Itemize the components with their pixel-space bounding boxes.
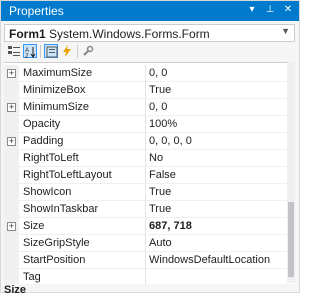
property-row[interactable]: RightToLeftLayout False [4, 167, 295, 184]
property-value[interactable]: 0, 0, 0, 0 [149, 135, 192, 147]
row-gutter [4, 252, 19, 269]
dropdown-icon[interactable]: ▾ [245, 3, 259, 17]
description-title: Size [4, 284, 27, 296]
properties-icon [46, 46, 58, 58]
column-divider[interactable] [145, 184, 146, 201]
expand-icon[interactable]: + [7, 222, 16, 231]
wrench-icon [83, 45, 94, 56]
expand-icon[interactable]: + [7, 137, 16, 146]
property-row[interactable]: StartPosition WindowsDefaultLocation [4, 252, 295, 269]
toolbar-separator [77, 45, 78, 58]
window-title: Properties [9, 4, 64, 18]
property-name: RightToLeft [23, 152, 79, 164]
property-name: StartPosition [23, 254, 86, 266]
property-value[interactable]: No [149, 152, 163, 164]
lightning-icon [63, 45, 71, 57]
property-row[interactable]: + Size 687, 718 [4, 218, 295, 235]
pin-icon[interactable]: ⊥ [263, 3, 277, 17]
scrollbar-thumb[interactable] [288, 202, 294, 277]
property-name: MaximumSize [23, 67, 93, 79]
row-gutter [4, 235, 19, 252]
property-value[interactable]: True [149, 186, 171, 198]
property-row[interactable]: + MaximumSize 0, 0 [4, 65, 295, 82]
property-name: MinimizeBox [23, 84, 86, 96]
property-name: ShowInTaskbar [23, 203, 99, 215]
property-name: Padding [23, 135, 64, 147]
property-value[interactable]: False [149, 169, 176, 181]
expand-icon[interactable]: + [7, 69, 16, 78]
alphabetical-button[interactable]: A Z [23, 44, 37, 58]
property-value[interactable]: Auto [149, 237, 172, 249]
property-row[interactable]: Tag [4, 269, 295, 284]
object-type: System.Windows.Forms.Form [49, 27, 210, 41]
column-divider[interactable] [145, 218, 146, 235]
property-row[interactable]: RightToLeft No [4, 150, 295, 167]
property-value[interactable]: 0, 0 [149, 101, 167, 113]
close-icon[interactable]: ✕ [281, 3, 295, 17]
row-gutter [4, 82, 19, 99]
column-divider[interactable] [145, 201, 146, 218]
property-row[interactable]: MinimizeBox True [4, 82, 295, 99]
property-value[interactable]: 687, 718 [149, 220, 192, 232]
row-gutter [4, 184, 19, 201]
property-value[interactable]: True [149, 203, 171, 215]
property-name: RightToLeftLayout [23, 169, 112, 181]
toolbar-separator [40, 45, 41, 58]
property-name: ShowIcon [23, 186, 72, 198]
row-gutter [4, 201, 19, 218]
property-row[interactable]: Opacity 100% [4, 116, 295, 133]
column-divider[interactable] [145, 82, 146, 99]
object-name: Form1 [9, 27, 46, 41]
column-divider[interactable] [145, 133, 146, 150]
categorized-button[interactable] [7, 44, 21, 58]
property-name: SizeGripStyle [23, 237, 90, 249]
column-divider[interactable] [145, 235, 146, 252]
property-value[interactable]: WindowsDefaultLocation [149, 254, 270, 266]
title-bar[interactable]: Properties ▾ ⊥ ✕ [1, 1, 299, 21]
property-row[interactable]: ShowInTaskbar True [4, 201, 295, 218]
property-row[interactable]: ShowIcon True [4, 184, 295, 201]
row-gutter [4, 167, 19, 184]
alphabetical-icon: A Z [25, 47, 36, 58]
properties-toolbar: A Z [1, 43, 299, 61]
column-divider[interactable] [145, 65, 146, 82]
property-value[interactable]: 100% [149, 118, 177, 130]
column-divider[interactable] [145, 116, 146, 133]
property-pages-button[interactable] [81, 44, 95, 58]
column-divider[interactable] [145, 150, 146, 167]
property-name: Size [23, 220, 45, 232]
row-gutter [4, 150, 19, 167]
object-selector[interactable]: Form1 System.Windows.Forms.Form ▼ [4, 24, 295, 42]
events-button[interactable] [60, 44, 74, 58]
property-grid[interactable]: + MaximumSize 0, 0 MinimizeBox True + MinimumS… [4, 62, 295, 284]
property-row[interactable]: + MinimumSize 0, 0 [4, 99, 295, 116]
property-name: MinimumSize [23, 101, 90, 113]
property-value[interactable]: True [149, 84, 171, 96]
column-divider[interactable] [145, 252, 146, 269]
property-row[interactable]: SizeGripStyle Auto [4, 235, 295, 252]
column-divider[interactable] [145, 167, 146, 184]
column-divider[interactable] [145, 269, 146, 284]
property-value[interactable]: 0, 0 [149, 67, 167, 79]
property-name: Opacity [23, 118, 61, 130]
svg-text:Z: Z [25, 54, 29, 58]
property-name: Tag [23, 271, 41, 283]
column-divider[interactable] [145, 99, 146, 116]
row-gutter [4, 269, 19, 284]
vertical-scrollbar[interactable] [287, 62, 295, 283]
categorized-icon [8, 46, 20, 56]
properties-window: Properties ▾ ⊥ ✕ Form1 System.Windows.Fo… [0, 0, 300, 296]
properties-button[interactable] [44, 44, 58, 58]
property-row[interactable]: + Padding 0, 0, 0, 0 [4, 133, 295, 150]
expand-icon[interactable]: + [7, 103, 16, 112]
chevron-down-icon[interactable]: ▼ [281, 26, 290, 36]
row-gutter [4, 116, 19, 133]
